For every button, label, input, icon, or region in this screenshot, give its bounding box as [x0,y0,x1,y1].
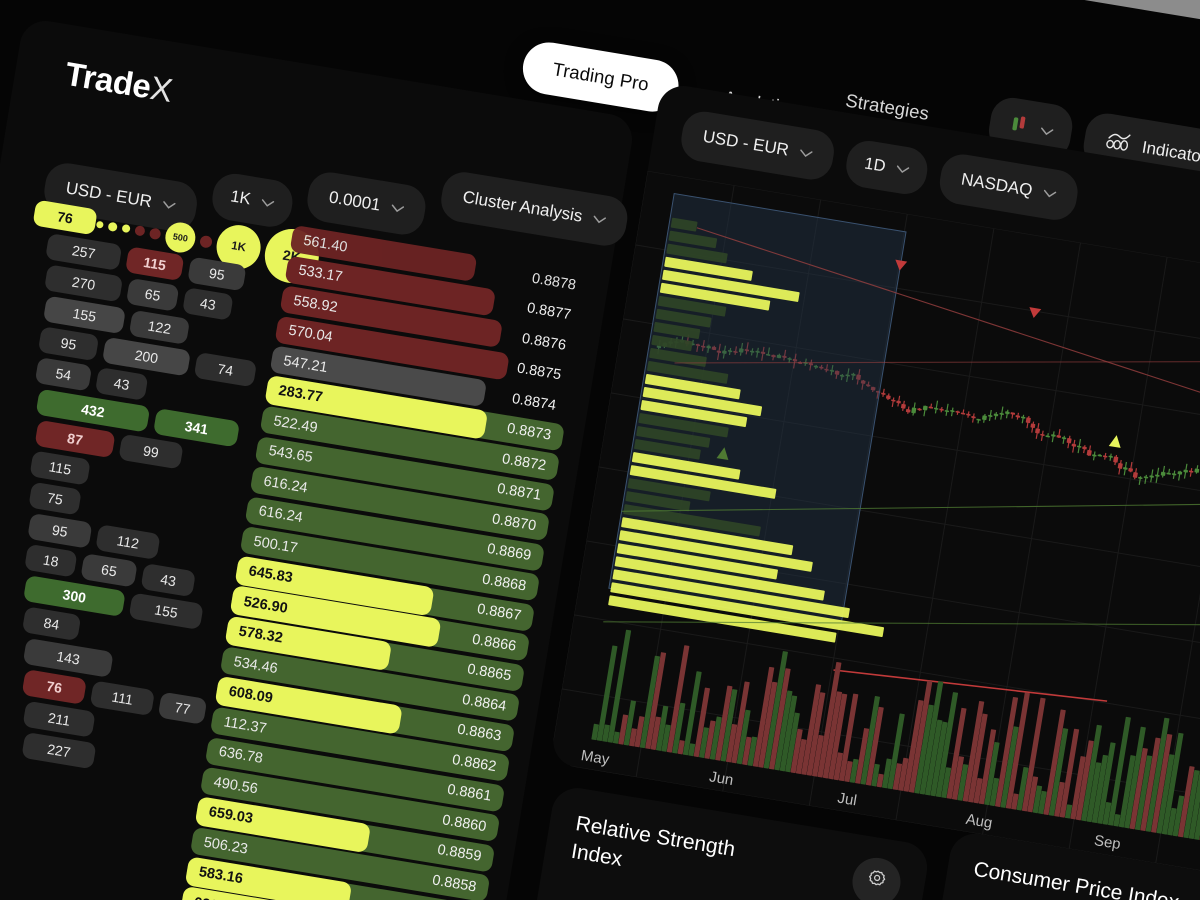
exchange-selector[interactable]: NASDAQ [936,151,1081,224]
order-price: 0.8878 [530,270,578,294]
chevron-down-icon [261,198,275,208]
logo-accent: X [147,68,175,109]
exchange-label: NASDAQ [959,169,1034,200]
cpi-title: Consumer Price Index [971,857,1181,900]
candlestick-icon [1006,111,1032,141]
trading-app-window: Trading Pro Analytics Strategies [0,0,1200,900]
order-price: 0.8874 [510,390,558,414]
chart-svg: MayJunJulAugSepOct [549,170,1200,892]
x-axis-tick: Aug [965,811,994,832]
x-axis-tick: Jul [836,790,858,810]
main-chart-panel: USD - EUR 1D NASDAQ May Jun Jul Aug Sep [549,82,1200,892]
order-price: 0.8877 [525,300,573,324]
tick-size-label: 0.0001 [327,187,382,215]
candlestick-chart[interactable]: MayJunJulAugSepOct [549,170,1200,892]
chart-pair-label: USD - EUR [701,126,791,160]
chevron-down-icon [592,215,607,225]
chevron-down-icon [1042,189,1057,199]
chart-pair-selector[interactable]: USD - EUR [678,108,838,183]
cluster-cell[interactable]: 43 [182,286,234,321]
x-axis-tick: May [580,747,611,768]
tick-size-selector[interactable]: 0.0001 [304,169,429,238]
timeframe-selector[interactable]: 1D [842,137,931,197]
logo-text: Trade [62,54,154,106]
screenshot-stage: Trading Pro Analytics Strategies [0,0,1200,900]
chevron-down-icon [799,149,813,159]
order-flow-panel: TradeX USD - EUR 1K 0.0001 Cluster Analy… [0,17,636,900]
order-price: 0.8875 [515,360,563,384]
size-label: 1K [229,187,253,209]
rsi-settings-button[interactable] [848,854,905,900]
x-axis-tick: Jun [708,768,735,789]
rsi-title: Relative Strength Index [569,812,737,872]
chevron-down-icon [896,165,910,175]
indicators-chart-icon [1104,129,1134,158]
analysis-mode-selector[interactable]: Cluster Analysis [438,169,631,249]
cluster-cell[interactable]: 77 [157,691,208,725]
app-logo: TradeX [62,54,175,110]
analysis-mode-label: Cluster Analysis [461,187,584,226]
order-price: 0.8876 [520,330,568,354]
chevron-down-icon [1040,126,1054,136]
chevron-down-icon [391,204,405,214]
gear-icon [862,866,890,899]
timeframe-label: 1D [863,153,887,176]
x-axis-tick: Sep [1093,832,1122,853]
